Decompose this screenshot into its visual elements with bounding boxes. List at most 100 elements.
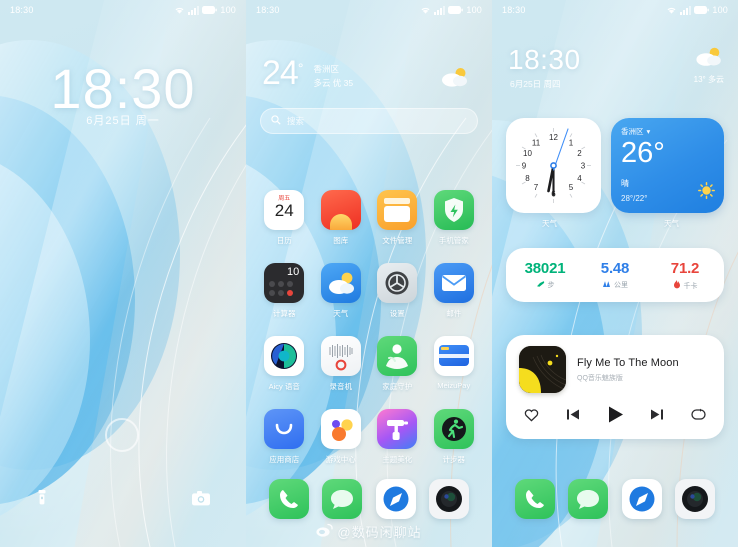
heart-icon[interactable] xyxy=(524,408,539,427)
status-bar: 18:30 100 xyxy=(0,0,246,20)
weather-degree-symbol: ° xyxy=(297,60,304,76)
phone-icon[interactable] xyxy=(268,479,309,519)
app-mail[interactable]: 邮件 xyxy=(426,263,483,319)
app-meizupay[interactable]: MeizuPay xyxy=(426,336,483,392)
wifi-icon xyxy=(174,6,185,15)
sun-icon xyxy=(698,182,715,204)
header-weather-condition: 多云 xyxy=(708,75,724,84)
app-calendar[interactable]: 周五 24 日历 xyxy=(256,190,313,246)
music-controls xyxy=(519,405,711,429)
weibo-watermark: @数码闲聊站 xyxy=(246,522,492,541)
weather-widget-high-low: 28°/22° xyxy=(621,194,648,203)
music-widget[interactable]: Fly Me To The Moon QQ音乐魅族版 xyxy=(506,335,724,439)
route-icon xyxy=(602,280,611,290)
app-label: 文件管理 xyxy=(382,236,413,245)
app-game-center[interactable]: 游戏中心 xyxy=(313,409,370,465)
weather-temp: 24 xyxy=(262,54,299,92)
widget-row-top: 1212 345 678 91011 香洲区 ▾ 26° 晴 xyxy=(506,118,724,213)
battery-percent: 100 xyxy=(712,5,728,15)
weather-summary[interactable]: 24 ° 香洲区 多云 优 35 xyxy=(262,54,354,92)
svg-text:12: 12 xyxy=(549,133,558,142)
theme-icon xyxy=(377,409,418,449)
status-time: 18:30 xyxy=(502,5,526,15)
fingerprint-ring-icon[interactable] xyxy=(105,418,139,452)
cellular-signal-icon xyxy=(434,5,446,15)
flame-icon xyxy=(673,280,681,291)
status-bar: 18:30 100 xyxy=(492,0,738,20)
battery-percent: 100 xyxy=(220,5,236,15)
messages-icon[interactable] xyxy=(568,479,609,519)
weather-icon xyxy=(320,263,361,303)
mail-icon xyxy=(433,263,474,303)
messages-icon[interactable] xyxy=(322,479,363,519)
cellular-signal-icon xyxy=(680,5,692,15)
weather-widget-district: 香洲区 xyxy=(621,127,644,136)
app-theme[interactable]: 主题美化 xyxy=(369,409,426,465)
phone-icon[interactable] xyxy=(514,479,555,519)
app-settings[interactable]: 设置 xyxy=(369,263,426,319)
fitness-value: 38021 xyxy=(524,260,566,277)
app-file-manager[interactable]: 文件管理 xyxy=(369,190,426,246)
previous-track-icon[interactable] xyxy=(566,408,580,426)
next-track-icon[interactable] xyxy=(650,408,664,426)
lock-date: 6月25日 周一 xyxy=(86,115,160,127)
wifi-icon xyxy=(666,6,677,15)
clock-widget[interactable]: 1212 345 678 91011 xyxy=(506,118,601,213)
camera-app-icon[interactable] xyxy=(675,479,716,519)
home-clock: 18:30 xyxy=(508,44,581,75)
app-weather[interactable]: 天气 xyxy=(313,263,370,319)
wifi-icon xyxy=(420,6,431,15)
camera-app-icon[interactable] xyxy=(429,479,470,519)
weather-widget-temp: 26° xyxy=(621,137,665,169)
app-phone-manager[interactable]: 手机管家 xyxy=(426,190,483,246)
pedometer-icon xyxy=(433,409,474,449)
svg-text:1: 1 xyxy=(569,139,574,148)
browser-icon[interactable] xyxy=(621,479,662,519)
app-label: 日历 xyxy=(276,236,292,245)
app-app-store[interactable]: 应用商店 xyxy=(256,409,313,465)
weibo-logo-icon xyxy=(316,523,334,540)
app-grid: 周五 24 日历 图库 文件管理 手机管家 10 计算器 天气 设置 邮件 Ai… xyxy=(256,190,482,465)
fitness-widget[interactable]: 38021 步 5.48 公里 71.2 千卡 xyxy=(506,248,724,302)
app-label: 天气 xyxy=(333,309,349,318)
calculator-display: 10 xyxy=(287,266,300,278)
panel-lock-screen: 18:30 100 18:30 6月25日 周一 xyxy=(0,0,246,547)
app-recorder[interactable]: 录音机 xyxy=(313,336,370,392)
clock-widget-label: 天气 xyxy=(542,219,557,228)
battery-icon xyxy=(202,6,218,14)
play-icon[interactable] xyxy=(607,405,624,429)
svg-text:2: 2 xyxy=(577,149,582,158)
flashlight-icon[interactable] xyxy=(36,490,48,511)
app-calculator[interactable]: 10 计算器 xyxy=(256,263,313,319)
meizupay-icon xyxy=(433,336,474,376)
app-aicy-voice[interactable]: Aicy 语音 xyxy=(256,336,313,392)
fitness-calories: 71.2 千卡 xyxy=(650,260,720,291)
calendar-day: 24 xyxy=(274,201,294,220)
browser-icon[interactable] xyxy=(375,479,416,519)
weather-condition: 多云 优 35 xyxy=(313,78,354,89)
svg-text:11: 11 xyxy=(532,139,541,148)
svg-text:3: 3 xyxy=(581,162,586,171)
app-family-guard[interactable]: 家庭守护 xyxy=(369,336,426,392)
weather-widget-label: 天气 xyxy=(664,219,679,228)
app-label: 计步器 xyxy=(442,455,466,464)
app-gallery[interactable]: 图库 xyxy=(313,190,370,246)
svg-text:10: 10 xyxy=(523,149,532,158)
fitness-unit: 步 xyxy=(547,282,555,289)
weather-widget-condition: 晴 xyxy=(621,179,629,188)
settings-icon xyxy=(377,263,418,303)
app-label: 图库 xyxy=(333,236,349,245)
app-pedometer[interactable]: 计步器 xyxy=(426,409,483,465)
svg-text:7: 7 xyxy=(534,183,539,192)
svg-text:9: 9 xyxy=(522,162,527,171)
search-input[interactable]: 搜索 xyxy=(260,108,478,134)
header-weather[interactable]: 13° 多云 xyxy=(694,46,724,85)
status-time: 18:30 xyxy=(256,5,280,15)
app-label: 主题美化 xyxy=(382,455,413,464)
weather-widget[interactable]: 香洲区 ▾ 26° 晴 28°/22° xyxy=(611,118,724,213)
repeat-icon[interactable] xyxy=(691,408,706,426)
app-label: 家庭守护 xyxy=(382,382,413,391)
game-center-icon xyxy=(320,409,361,449)
cellular-signal-icon xyxy=(188,5,200,15)
camera-icon[interactable] xyxy=(192,491,210,511)
